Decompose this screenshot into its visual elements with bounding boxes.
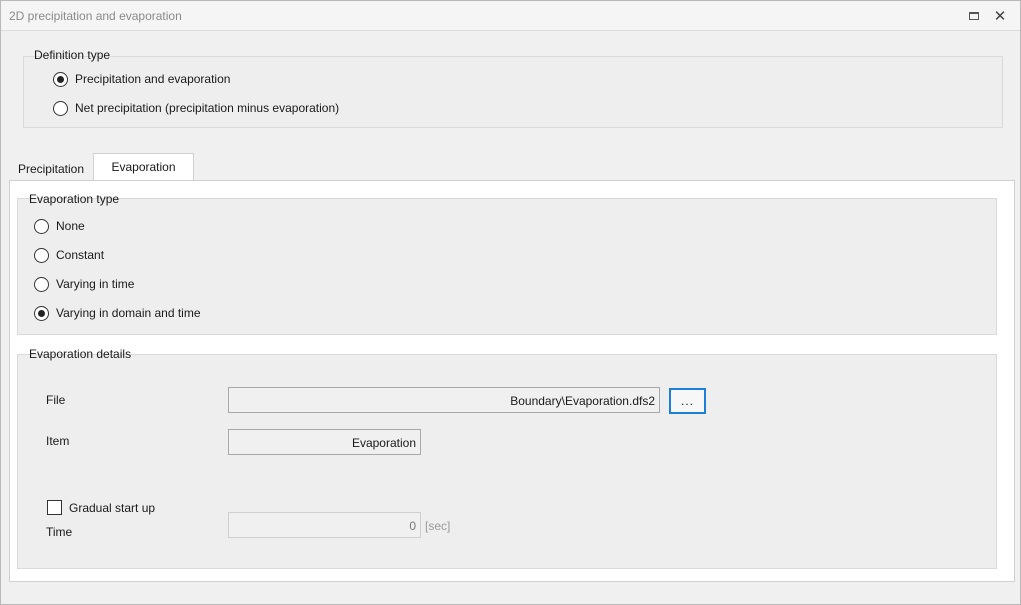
radio-label: Varying in domain and time xyxy=(56,306,201,320)
radio-precipitation-and-evaporation[interactable]: Precipitation and evaporation xyxy=(53,70,230,88)
radio-button[interactable] xyxy=(34,305,49,321)
evaporation-tab-panel: Evaporation type None Constant Varying i… xyxy=(9,180,1015,582)
tab-evaporation[interactable]: Evaporation xyxy=(93,153,194,181)
item-field[interactable]: Evaporation xyxy=(228,429,421,455)
close-icon: ✕ xyxy=(993,7,1007,25)
definition-type-legend: Definition type xyxy=(34,48,111,62)
item-label: Item xyxy=(46,434,70,448)
radio-varying-in-domain-and-time[interactable]: Varying in domain and time xyxy=(34,304,201,322)
title-bar: 2D precipitation and evaporation ✕ xyxy=(1,1,1020,31)
browse-button[interactable]: ... xyxy=(669,388,706,414)
tab-precipitation[interactable]: Precipitation xyxy=(9,155,93,181)
evaporation-details-legend: Evaporation details xyxy=(29,347,132,361)
file-label: File xyxy=(46,393,66,407)
gradual-start-label: Gradual start up xyxy=(69,501,156,515)
radio-label: Net precipitation (precipitation minus e… xyxy=(75,101,340,115)
close-button[interactable]: ✕ xyxy=(991,7,1009,25)
radio-button[interactable] xyxy=(34,247,49,263)
maximize-icon xyxy=(969,12,979,20)
maximize-button[interactable] xyxy=(965,7,983,25)
radio-none[interactable]: None xyxy=(34,217,85,235)
radio-label: None xyxy=(56,219,85,233)
radio-button[interactable] xyxy=(53,100,68,116)
definition-type-group xyxy=(23,56,1003,128)
radio-button[interactable] xyxy=(34,218,49,234)
window-title: 2D precipitation and evaporation xyxy=(9,9,182,23)
radio-net-precipitation[interactable]: Net precipitation (precipitation minus e… xyxy=(53,99,339,117)
time-field[interactable]: 0 xyxy=(228,512,421,538)
time-unit-label: [sec] xyxy=(425,519,451,533)
file-path-field[interactable]: Boundary\Evaporation.dfs2 xyxy=(228,387,660,413)
radio-label: Varying in time xyxy=(56,277,135,291)
radio-label: Constant xyxy=(56,248,105,262)
gradual-start-checkbox[interactable] xyxy=(47,500,62,515)
radio-button[interactable] xyxy=(53,71,68,87)
radio-varying-in-time[interactable]: Varying in time xyxy=(34,275,134,293)
evaporation-type-legend: Evaporation type xyxy=(29,192,120,206)
radio-button[interactable] xyxy=(34,276,49,292)
radio-constant[interactable]: Constant xyxy=(34,246,104,264)
dialog-window: 2D precipitation and evaporation ✕ Defin… xyxy=(0,0,1021,605)
radio-label: Precipitation and evaporation xyxy=(75,72,231,86)
time-label: Time xyxy=(46,525,73,539)
